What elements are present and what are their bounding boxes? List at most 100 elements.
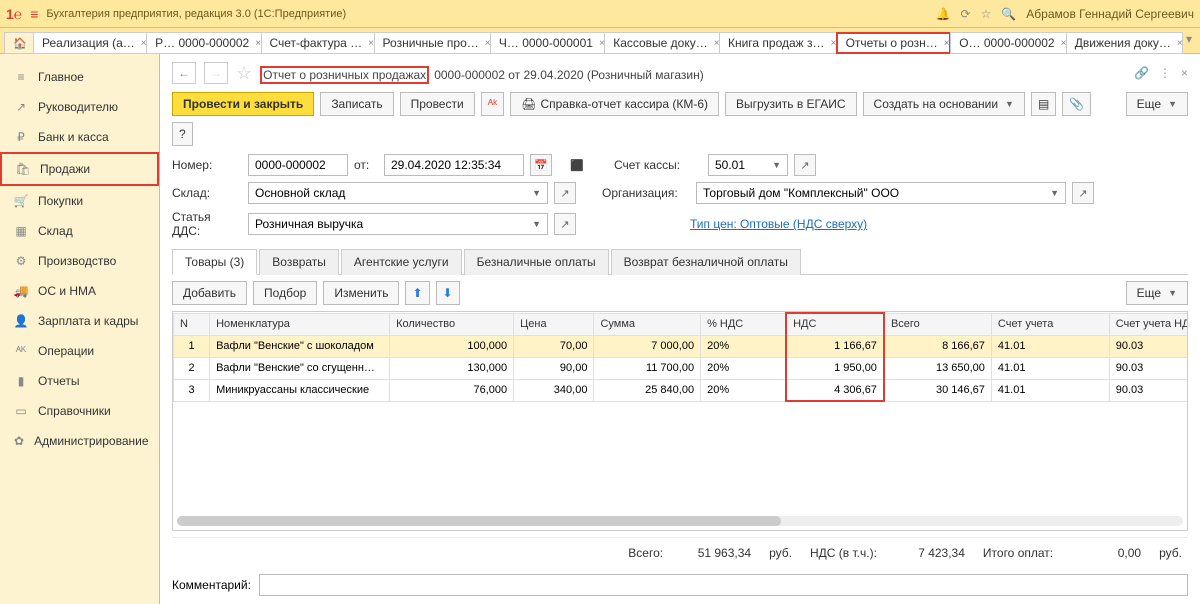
col-n[interactable]: N [174, 313, 210, 335]
tab-3[interactable]: Розничные про…× [374, 32, 491, 54]
post-button[interactable]: Провести [400, 92, 475, 116]
totals-bar: Всего:51 963,34руб. НДС (в т.ч.):7 423,3… [172, 537, 1188, 568]
structure-button[interactable]: ▤ [1031, 92, 1056, 116]
table-row[interactable]: 2Вафли "Венские" со сгущенн…130,00090,00… [174, 357, 1189, 379]
write-button[interactable]: Записать [320, 92, 393, 116]
link-icon[interactable]: 🔗 [1134, 66, 1149, 80]
sidebar-item-reports[interactable]: ▮Отчеты [0, 366, 159, 396]
store-label: Склад: [172, 186, 242, 200]
col-name[interactable]: Номенклатура [210, 313, 390, 335]
bag-icon: 🛍 [16, 162, 30, 176]
tab-5[interactable]: Кассовые доку…× [604, 32, 720, 54]
table-row[interactable]: 1Вафли "Венские" с шоколадом100,00070,00… [174, 335, 1189, 357]
tab-1[interactable]: Р… 0000-000002× [146, 32, 261, 54]
move-down-button[interactable]: ⬇ [436, 281, 460, 305]
egais-button[interactable]: Выгрузить в ЕГАИС [725, 92, 857, 116]
org-label: Организация: [602, 186, 690, 200]
col-sum[interactable]: Сумма [594, 313, 701, 335]
attach-button[interactable]: 📎 [1062, 92, 1091, 116]
sidebar-item-operations[interactable]: ᴬᴷОперации [0, 336, 159, 366]
move-up-button[interactable]: ⬆ [405, 281, 429, 305]
subtab-cashless[interactable]: Безналичные оплаты [464, 249, 609, 275]
help-button[interactable]: ? [172, 122, 193, 146]
org-select[interactable]: Торговый дом "Комплексный" ООО▼ [696, 182, 1066, 204]
acc-select[interactable]: 50.01▼ [708, 154, 788, 176]
post-close-button[interactable]: Провести и закрыть [172, 92, 314, 116]
home-tab[interactable]: 🏠 [4, 32, 34, 54]
sidebar-item-purchases[interactable]: 🛒Покупки [0, 186, 159, 216]
dds-select[interactable]: Розничная выручка▼ [248, 213, 548, 235]
sidebar-item-admin[interactable]: ✿Администрирование [0, 426, 159, 456]
pick-button[interactable]: Подбор [253, 281, 317, 305]
main-area: ← → ☆ Отчет о розничных продажах 0000-00… [160, 54, 1200, 604]
forward-button[interactable]: → [204, 62, 228, 84]
open-icon[interactable]: ↗ [554, 182, 576, 204]
sidebar-item-stock[interactable]: ▦Склад [0, 216, 159, 246]
create-button[interactable]: Создать на основании▼ [863, 92, 1025, 116]
app-titlebar: 1℮ ≡ Бухгалтерия предприятия, редакция 3… [0, 0, 1200, 28]
store-select[interactable]: Основной склад▼ [248, 182, 548, 204]
open-icon[interactable]: ↗ [794, 154, 816, 176]
price-type-link[interactable]: Тип цен: Оптовые (НДС сверху) [690, 217, 867, 231]
col-price[interactable]: Цена [514, 313, 594, 335]
bars-icon: ▮ [14, 374, 28, 388]
favorite-icon[interactable]: ☆ [236, 63, 252, 84]
sidebar-item-dir[interactable]: ▭Справочники [0, 396, 159, 426]
col-qty[interactable]: Количество [390, 313, 514, 335]
calendar-icon[interactable]: 📅 [530, 154, 552, 176]
tab-6[interactable]: Книга продаж з…× [719, 32, 837, 54]
from-label: от: [354, 158, 378, 172]
star-icon[interactable]: ☆ [981, 7, 992, 21]
tab-4[interactable]: Ч… 0000-000001× [490, 32, 605, 54]
subtab-returns[interactable]: Возвраты [259, 249, 339, 275]
search-icon[interactable]: 🔍 [1001, 7, 1016, 21]
history-icon[interactable]: ⟳ [961, 7, 971, 21]
kebab-icon[interactable]: ⋮ [1159, 66, 1171, 80]
tab-2[interactable]: Счет-фактура …× [261, 32, 375, 54]
sidebar-item-main[interactable]: ≡Главное [0, 62, 159, 92]
h-scrollbar[interactable] [177, 516, 1183, 526]
col-total[interactable]: Всего [884, 313, 991, 335]
sidebar-item-hr[interactable]: 👤Зарплата и кадры [0, 306, 159, 336]
goods-table[interactable]: N Номенклатура Количество Цена Сумма % Н… [172, 311, 1188, 531]
col-vat[interactable]: НДС [786, 313, 884, 335]
user-label[interactable]: Абрамов Геннадий Сергеевич [1026, 7, 1194, 21]
date-input[interactable] [384, 154, 524, 176]
sidebar-item-assets[interactable]: 🚚ОС и НМА [0, 276, 159, 306]
acc-label: Счет кассы: [614, 158, 702, 172]
close-icon[interactable]: × [944, 38, 950, 49]
open-icon[interactable]: ↗ [1072, 182, 1094, 204]
sidebar-item-manager[interactable]: ↗Руководителю [0, 92, 159, 122]
km6-button[interactable]: 🖨 Справка-отчет кассира (КМ-6) [510, 92, 719, 116]
number-input[interactable] [248, 154, 348, 176]
tab-0[interactable]: Реализация (а…× [33, 32, 147, 54]
edit-button[interactable]: Изменить [323, 281, 399, 305]
open-icon[interactable]: ↗ [554, 213, 576, 235]
tab-9[interactable]: Движения доку…× [1066, 32, 1183, 54]
table-more-button[interactable]: Еще▼ [1126, 281, 1188, 305]
col-acc1[interactable]: Счет учета [991, 313, 1109, 335]
sidebar-item-production[interactable]: ⚙Производство [0, 246, 159, 276]
menu-icon[interactable]: ≡ [30, 6, 38, 22]
sidebar-item-bank[interactable]: ₽Банк и касса [0, 122, 159, 152]
app-title: Бухгалтерия предприятия, редакция 3.0 (1… [46, 8, 927, 20]
grid-icon: ▦ [14, 224, 28, 238]
col-acc2[interactable]: Счет учета НДС [1109, 313, 1188, 335]
dds-label: Статья ДДС: [172, 210, 242, 238]
subtab-agent[interactable]: Агентские услуги [341, 249, 462, 275]
more-button[interactable]: Еще▼ [1126, 92, 1188, 116]
col-vatp[interactable]: % НДС [701, 313, 787, 335]
add-button[interactable]: Добавить [172, 281, 247, 305]
subtab-cashless-ret[interactable]: Возврат безналичной оплаты [611, 249, 801, 275]
subtab-goods[interactable]: Товары (3) [172, 249, 257, 275]
movements-button[interactable]: ᴬᵏ [481, 92, 505, 116]
tabs-overflow-icon[interactable]: ▾ [1182, 28, 1196, 53]
tab-8[interactable]: О… 0000-000002× [950, 32, 1067, 54]
sidebar-item-sales[interactable]: 🛍Продажи [0, 152, 159, 186]
tab-7[interactable]: Отчеты о розн…× [836, 32, 952, 54]
close-icon[interactable]: × [1181, 66, 1188, 80]
bell-icon[interactable]: 🔔 [936, 7, 951, 21]
table-row[interactable]: 3Миникруассаны классические76,000340,002… [174, 379, 1189, 401]
comment-input[interactable] [259, 574, 1188, 596]
back-button[interactable]: ← [172, 62, 196, 84]
